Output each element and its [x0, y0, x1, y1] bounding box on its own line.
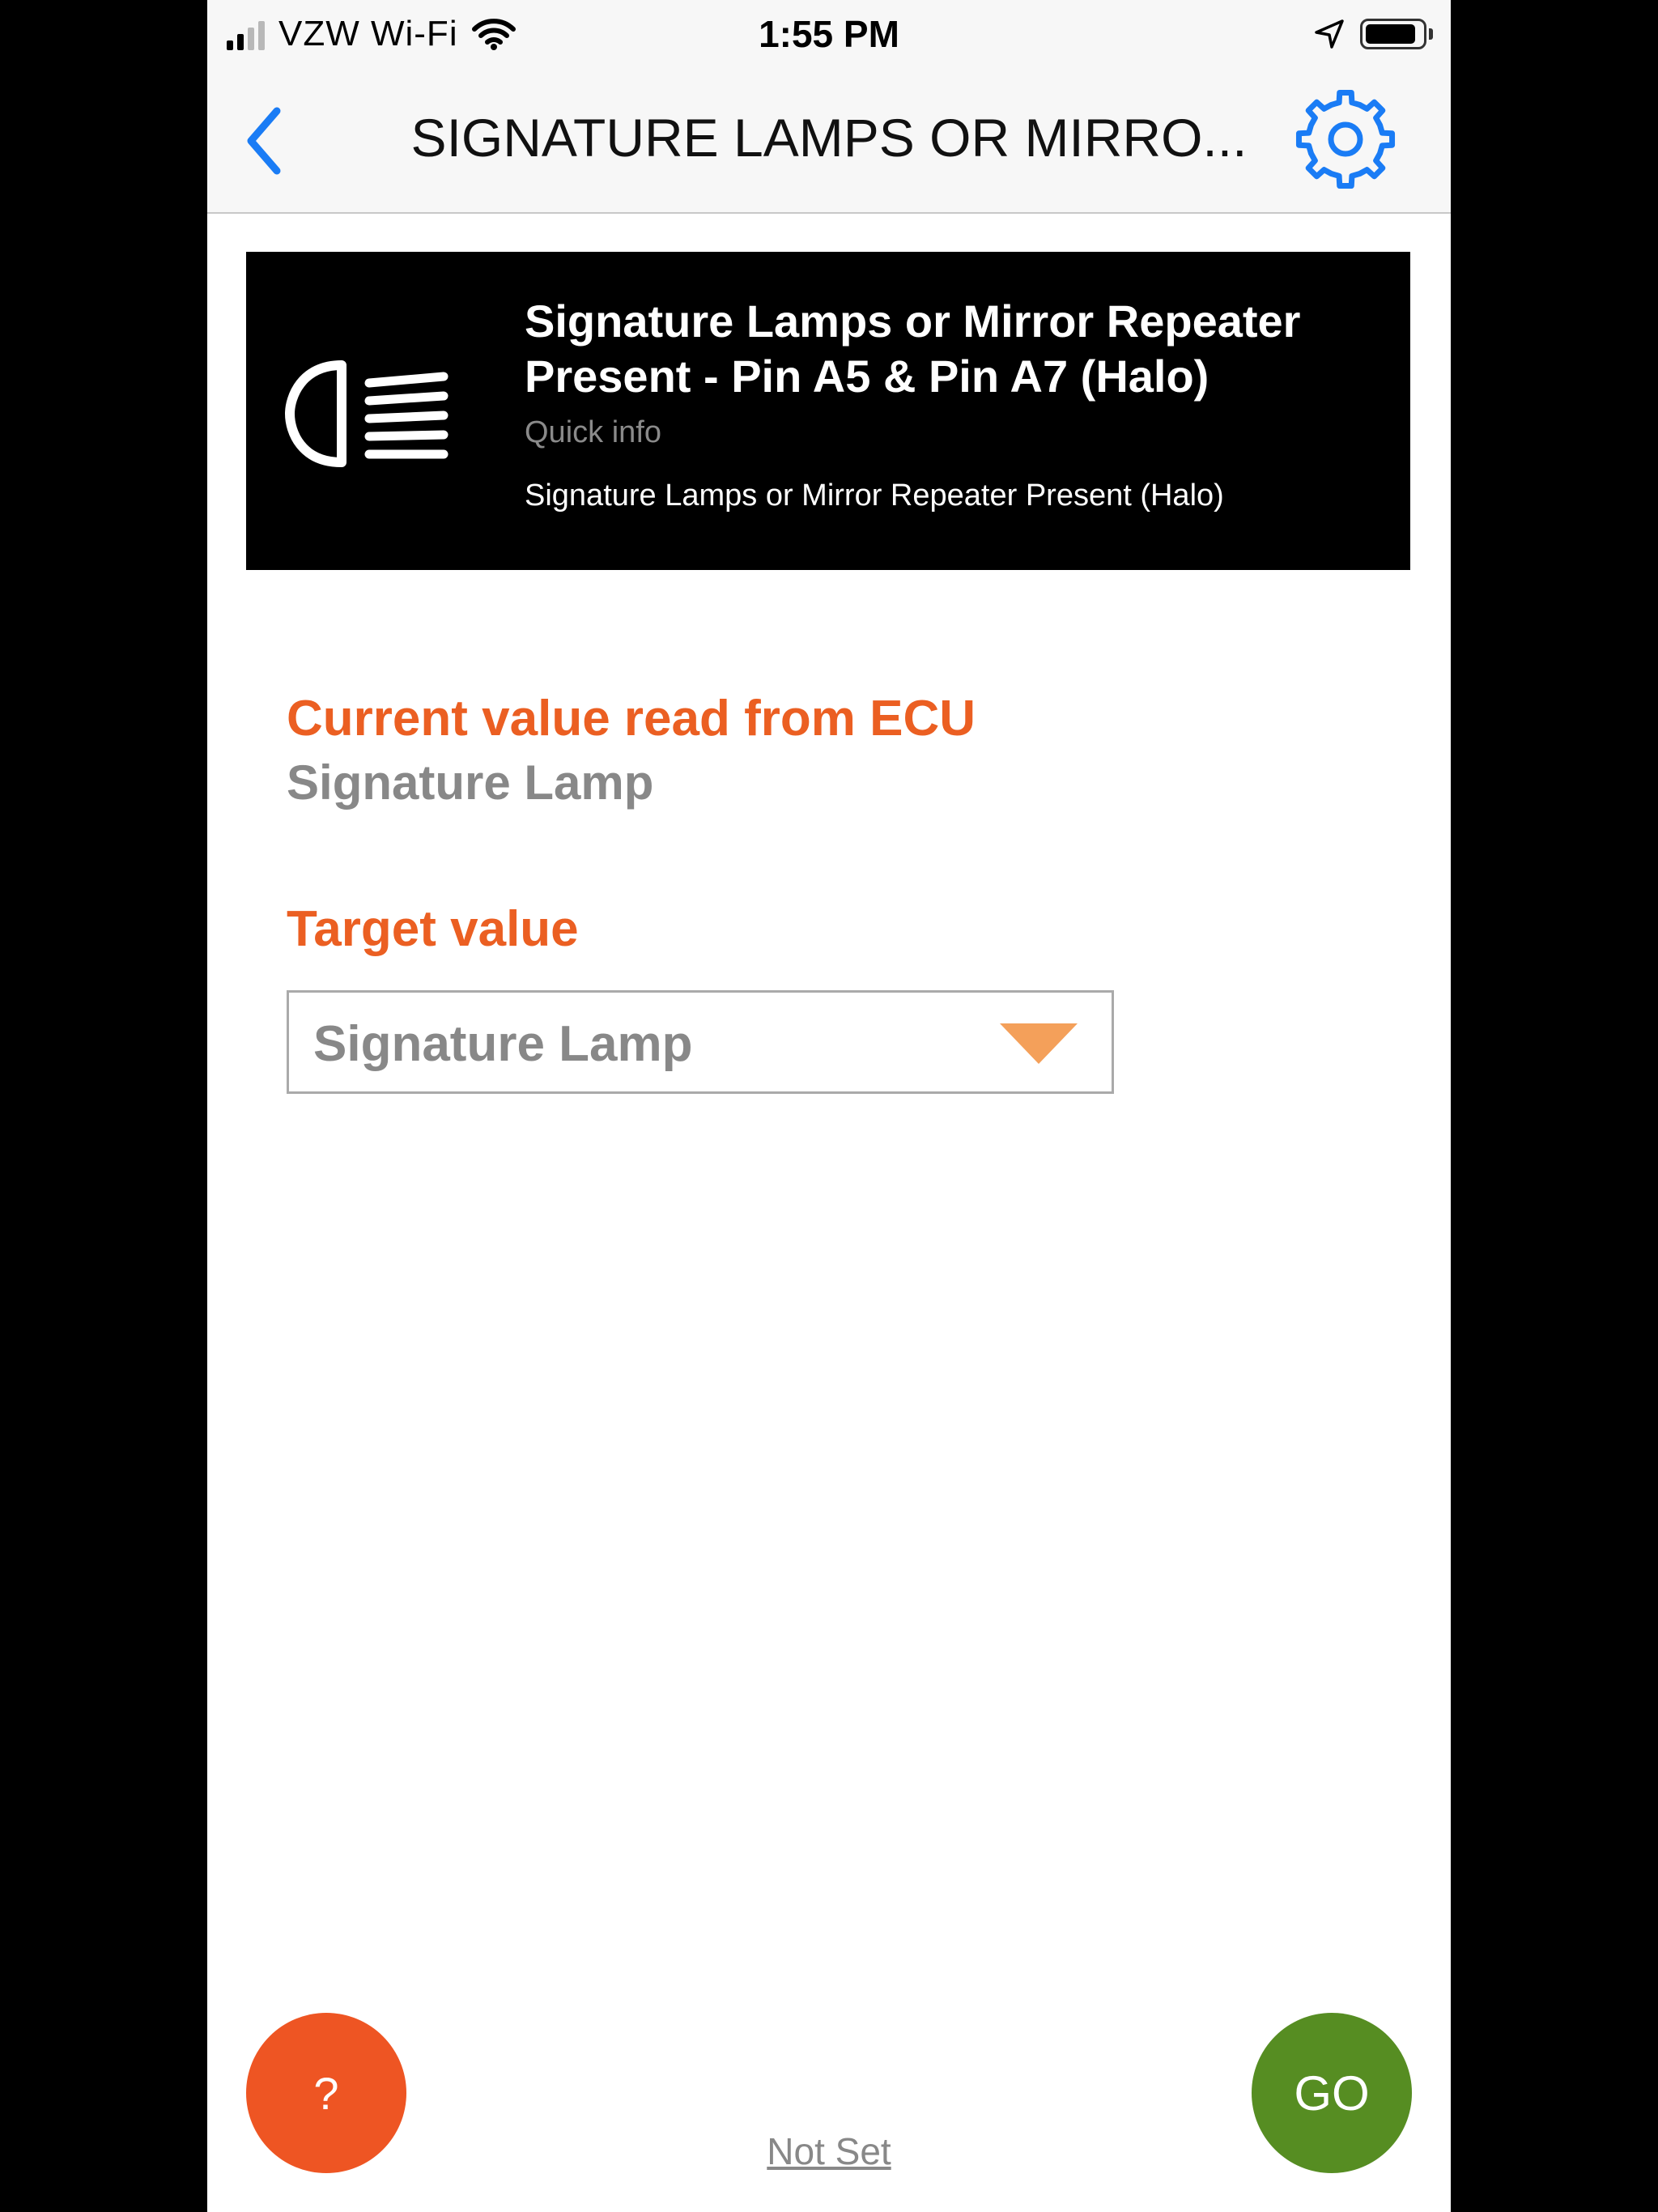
quick-info-label: Quick info — [525, 415, 661, 449]
status-bar: VZW Wi-Fi 1:55 PM — [207, 0, 1451, 68]
info-title: Signature Lamps or Mirror Repeater Prese… — [525, 296, 1301, 402]
battery-fill — [1366, 24, 1415, 44]
go-button[interactable]: GO — [1252, 2013, 1412, 2173]
navigation-bar: SIGNATURE LAMPS OR MIRRO... — [207, 68, 1451, 214]
gear-icon — [1295, 89, 1396, 189]
headlamp-icon — [285, 360, 449, 467]
current-value: Signature Lamp — [287, 755, 654, 810]
location-arrow-icon — [1315, 19, 1344, 49]
target-value-label: Target value — [287, 901, 579, 957]
page-title: SIGNATURE LAMPS OR MIRRO... — [410, 108, 1248, 168]
status-right — [1313, 11, 1433, 57]
status-time: 1:55 PM — [759, 13, 899, 55]
back-button[interactable] — [232, 100, 296, 181]
not-set-link[interactable]: Not Set — [767, 2130, 891, 2172]
current-value-label: Current value read from ECU — [287, 691, 976, 747]
app-screen: VZW Wi-Fi 1:55 PM SIGNATURE LAMPS OR MIR… — [207, 0, 1451, 2212]
settings-button[interactable] — [1289, 83, 1402, 196]
target-value-selected: Signature Lamp — [313, 1016, 693, 1072]
info-card: Signature Lamps or Mirror Repeater Prese… — [246, 252, 1410, 570]
battery-nub — [1429, 28, 1433, 40]
info-description: Signature Lamps or Mirror Repeater Prese… — [525, 479, 1224, 513]
chevron-down-icon — [1000, 1023, 1078, 1064]
chevron-left-icon — [247, 107, 281, 175]
battery-icon — [1360, 19, 1426, 49]
target-value-dropdown[interactable]: Signature Lamp — [287, 990, 1114, 1094]
